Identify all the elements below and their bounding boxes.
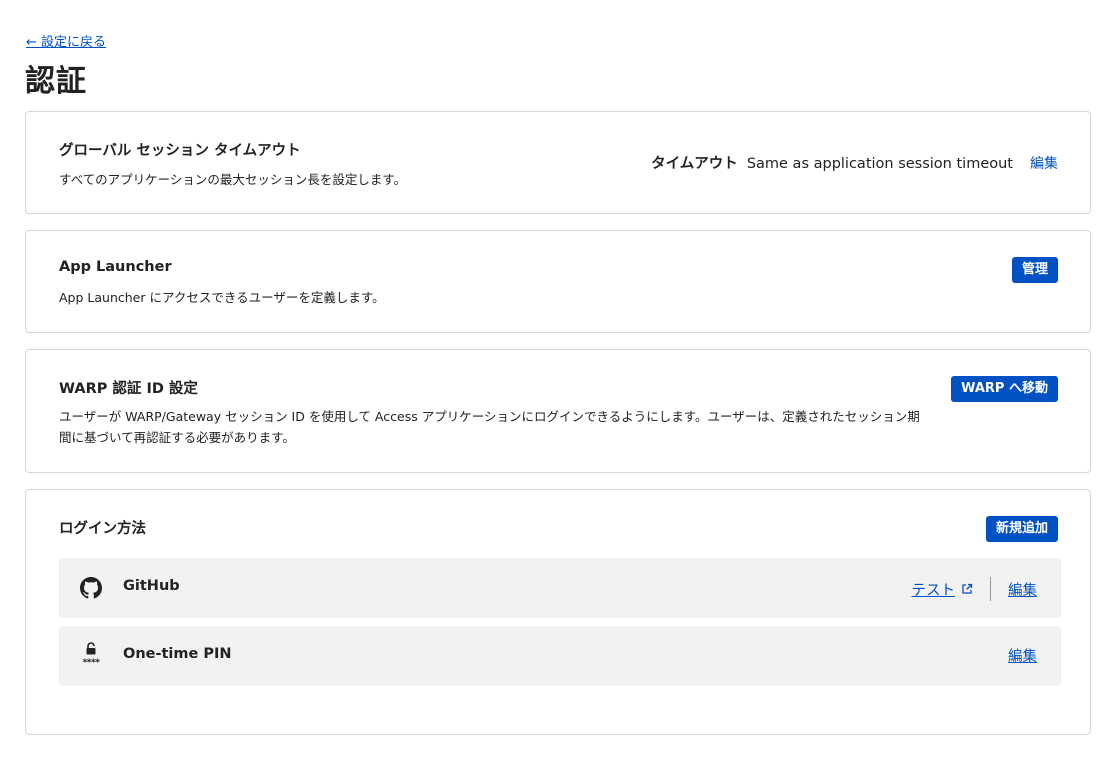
timeout-setting: タイムアウト Same as application session timeo… (651, 152, 1058, 173)
test-link[interactable]: テスト (912, 579, 956, 600)
card-description: App Launcher にアクセスできるユーザーを定義します。 (59, 290, 385, 305)
card-description: ユーザーが WARP/Gateway セッション ID を使用して Access… (59, 409, 920, 445)
row-actions: 編集 (1008, 645, 1037, 666)
login-method-row: **** One-time PIN 編集 (59, 626, 1061, 686)
card-title: WARP 認証 ID 設定 (59, 381, 198, 397)
login-methods-card: ログイン方法 新規追加 GitHub テスト 編集 **** One-time … (25, 489, 1091, 735)
login-method-row: GitHub テスト 編集 (59, 558, 1061, 618)
github-icon (79, 576, 103, 600)
external-link-icon[interactable] (961, 583, 973, 595)
pin-icon-caption: **** (82, 658, 100, 668)
timeout-value: Same as application session timeout (746, 156, 1013, 172)
login-method-name: One-time PIN (123, 646, 232, 662)
go-to-warp-button[interactable]: WARP へ移動 (951, 376, 1058, 402)
warp-auth-identity-card: WARP 認証 ID 設定 ユーザーが WARP/Gateway セッション I… (25, 349, 1091, 473)
card-description: すべてのアプリケーションの最大セッション長を設定します。 (59, 172, 407, 187)
page: ← 設定に戻る 認証 グローバル セッション タイムアウト すべてのアプリケーシ… (0, 0, 1113, 761)
edit-link[interactable]: 編集 (1008, 579, 1037, 600)
app-launcher-card: App Launcher App Launcher にアクセスできるユーザーを定… (25, 230, 1091, 333)
page-title: 認証 (25, 64, 87, 99)
row-actions: テスト 編集 (912, 577, 1037, 601)
add-new-button[interactable]: 新規追加 (985, 516, 1058, 542)
login-method-name: GitHub (123, 578, 180, 594)
unlocked-padlock-icon: **** (79, 642, 103, 668)
back-to-settings-link[interactable]: ← 設定に戻る (26, 31, 106, 50)
card-title: グローバル セッション タイムアウト (59, 143, 301, 159)
global-session-timeout-card: グローバル セッション タイムアウト すべてのアプリケーションの最大セッション長… (25, 111, 1091, 214)
manage-button[interactable]: 管理 (1011, 257, 1058, 283)
edit-timeout-link[interactable]: 編集 (1030, 153, 1058, 173)
edit-link[interactable]: 編集 (1008, 645, 1037, 666)
divider (990, 577, 991, 601)
card-title: App Launcher (59, 259, 172, 275)
timeout-label: タイムアウト (651, 156, 738, 172)
card-title: ログイン方法 (59, 521, 146, 537)
